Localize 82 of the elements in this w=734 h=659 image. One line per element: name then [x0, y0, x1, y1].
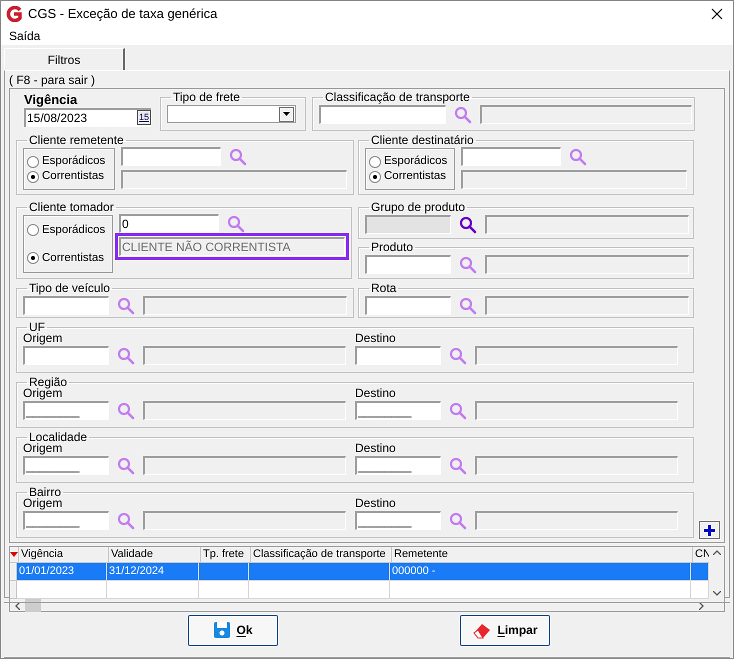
input-field: CLIENTE NÃO CORRENTISTA	[115, 233, 349, 260]
input-field[interactable]	[23, 346, 109, 365]
group-title: Bairro	[29, 486, 62, 499]
group-title: Produto	[370, 241, 414, 254]
column-header[interactable]: Classificação de transporte	[251, 547, 392, 562]
field-label: Origem	[23, 497, 64, 510]
table-cell	[199, 581, 249, 599]
eraser-icon	[472, 621, 492, 639]
plus-icon	[704, 524, 715, 536]
add-button[interactable]	[699, 521, 720, 539]
field-label: Origem	[23, 387, 62, 400]
group-title: Grupo de produto	[370, 201, 466, 214]
scroll-up-icon[interactable]	[712, 550, 720, 555]
field-label: Destino	[355, 387, 397, 400]
calendar-button[interactable]: 15	[137, 110, 151, 125]
column-header[interactable]: Validade	[109, 547, 201, 562]
input-field[interactable]: ________	[355, 511, 441, 530]
radio-option[interactable]: Esporádicos	[369, 154, 451, 169]
group-title: UF	[29, 321, 45, 334]
scroll-left-icon[interactable]	[15, 602, 20, 610]
tab[interactable]: Filtros	[4, 48, 125, 70]
sort-indicator-icon	[10, 552, 18, 557]
window-title: CGS - Exceção de taxa genérica	[28, 4, 218, 23]
radio-button[interactable]	[27, 224, 39, 236]
field-label: Origem	[23, 332, 64, 345]
group-title: Cliente tomador	[28, 201, 115, 214]
radio-button[interactable]	[369, 170, 381, 182]
input-field[interactable]	[23, 296, 109, 315]
radio-option[interactable]: Correntistas	[369, 169, 451, 184]
group-title: Cliente destinatário	[370, 134, 475, 147]
input-field[interactable]	[355, 346, 441, 365]
row-header[interactable]	[10, 563, 17, 581]
field-label: Destino	[355, 497, 397, 510]
input-field[interactable]	[365, 255, 451, 274]
column-header[interactable]: Vigência	[19, 547, 109, 562]
field-label: Vigência	[24, 92, 78, 108]
ok-button[interactable]: Ok	[188, 614, 278, 646]
close-icon[interactable]	[711, 8, 723, 20]
field-label: Origem	[23, 442, 62, 455]
field-label: Destino	[355, 332, 397, 345]
group-title: Tipo de frete	[172, 91, 241, 104]
group-title: Cliente remetente	[28, 134, 125, 147]
input-field[interactable]: ________	[355, 401, 441, 420]
radio-button[interactable]	[27, 252, 39, 264]
scroll-thumb[interactable]	[25, 599, 41, 612]
dropdown-button[interactable]	[279, 106, 294, 122]
radio-button[interactable]	[27, 156, 39, 168]
column-header[interactable]: Tp. frete	[201, 547, 251, 562]
radio-option[interactable]: Esporádicos	[27, 154, 111, 169]
group-title: Rota	[370, 282, 398, 295]
dropdown-field[interactable]	[167, 105, 296, 123]
input-field[interactable]	[319, 105, 446, 124]
app-logo-icon	[6, 6, 22, 22]
field-label: Destino	[355, 442, 397, 455]
group-title: Tipo de veículo	[28, 282, 111, 295]
menu-item[interactable]: Saída	[1, 26, 48, 44]
radio-option[interactable]: Correntistas	[27, 169, 111, 184]
input-field[interactable]	[121, 147, 221, 166]
radio-button[interactable]	[369, 156, 381, 168]
input-field[interactable]: ________	[355, 456, 441, 475]
input-field[interactable]	[461, 147, 561, 166]
vertical-scrollbar[interactable]	[709, 547, 724, 599]
search-icon[interactable]	[459, 216, 477, 234]
caret-icon	[283, 112, 290, 116]
radio-option[interactable]: Correntistas	[27, 250, 109, 266]
group-title: Classificação de transporte	[324, 91, 471, 104]
radio-button[interactable]	[27, 170, 39, 182]
input-field[interactable]: ________	[23, 401, 109, 420]
input-field[interactable]: 0	[119, 214, 219, 233]
input-field[interactable]: ________	[23, 456, 109, 475]
scroll-right-icon[interactable]	[699, 602, 704, 610]
group-title: Localidade	[29, 431, 88, 444]
clear-button[interactable]: Limpar	[460, 614, 550, 646]
table-row[interactable]: 01/01/2023 31/12/2024 000000 -	[10, 563, 709, 581]
group-title: Região	[29, 376, 68, 389]
scroll-down-icon[interactable]	[712, 591, 720, 596]
date-field[interactable]: 15/08/2023	[26, 110, 137, 127]
hint-text: ( F8 - para sair )	[9, 73, 96, 88]
input-field[interactable]	[365, 296, 451, 315]
column-header[interactable]: Remetente	[392, 547, 693, 562]
radio-option[interactable]: Esporádicos	[27, 222, 109, 238]
input-field[interactable]: ________	[23, 511, 109, 530]
